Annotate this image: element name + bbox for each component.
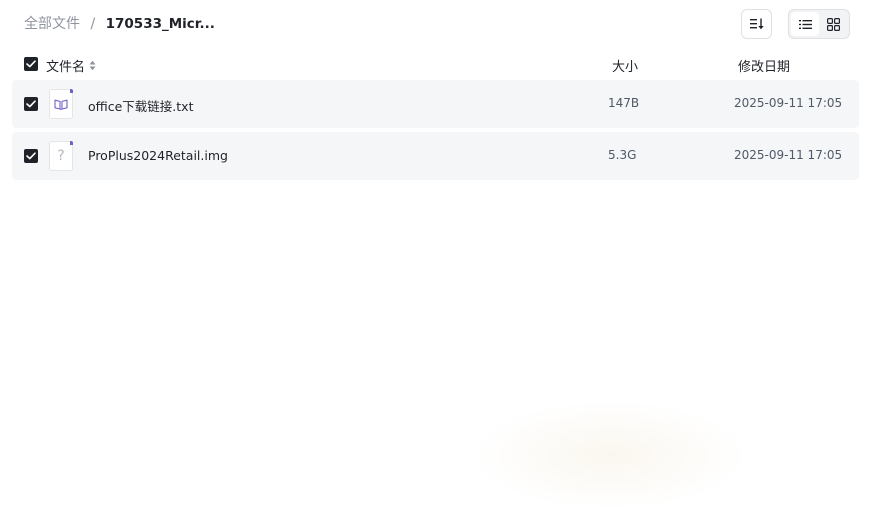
checkmark-icon: [26, 60, 36, 68]
sort-list-icon: [749, 18, 764, 30]
column-header-name[interactable]: 文件名: [46, 56, 96, 75]
breadcrumb-current-folder: 170533_Micr...: [105, 16, 215, 32]
list-view-button[interactable]: [791, 12, 819, 36]
row-checkbox[interactable]: [24, 97, 38, 111]
file-name[interactable]: ProPlus2024Retail.img: [88, 148, 228, 163]
grid-view-icon: [826, 17, 840, 31]
table-row[interactable]: ? ProPlus2024Retail.img 5.3G 2025-09-11 …: [12, 132, 859, 180]
view-mode-switch: [788, 9, 850, 39]
file-modified-date: 2025-09-11 17:05: [734, 148, 843, 162]
sort-arrows-icon[interactable]: [89, 60, 96, 71]
file-modified-date: 2025-09-11 17:05: [734, 96, 843, 110]
row-checkbox[interactable]: [24, 149, 38, 163]
table-header: 文件名 大小 修改日期: [0, 52, 874, 76]
column-header-date[interactable]: 修改日期: [738, 56, 790, 75]
text-file-icon: [49, 89, 73, 119]
background-glow: [470, 400, 750, 510]
checkmark-icon: [26, 152, 36, 160]
checkmark-icon: [26, 100, 36, 108]
column-header-name-label: 文件名: [46, 60, 86, 75]
file-name[interactable]: office下载链接.txt: [88, 96, 193, 115]
breadcrumb-root-link[interactable]: 全部文件: [24, 16, 80, 32]
breadcrumb: 全部文件 / 170533_Micr...: [24, 15, 215, 33]
sort-button[interactable]: [741, 9, 772, 39]
grid-view-button[interactable]: [819, 12, 847, 36]
select-all-checkbox[interactable]: [24, 57, 38, 71]
list-view-icon: [798, 19, 812, 29]
breadcrumb-separator: /: [90, 16, 96, 32]
unknown-file-icon: ?: [49, 141, 73, 171]
column-header-size[interactable]: 大小: [612, 56, 638, 75]
file-size: 5.3G: [608, 148, 637, 162]
table-row[interactable]: office下载链接.txt 147B 2025-09-11 17:05: [12, 80, 859, 128]
file-size: 147B: [608, 96, 640, 110]
top-bar: 全部文件 / 170533_Micr...: [0, 0, 874, 48]
